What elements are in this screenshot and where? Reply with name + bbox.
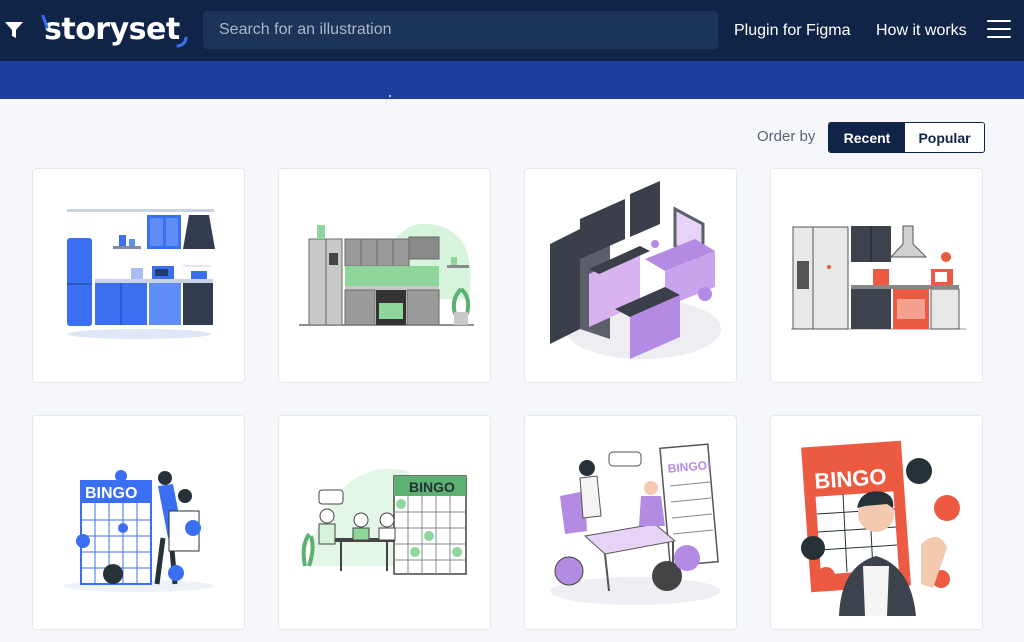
illustration-card-bingo-purple[interactable]: BINGO!	[524, 415, 737, 630]
recent-button[interactable]: Recent	[829, 123, 905, 152]
filter-icon[interactable]	[4, 20, 24, 40]
how-it-works-link[interactable]: How it works	[876, 21, 967, 41]
bingo-red-title: BINGO	[814, 464, 888, 494]
top-navigation-bar: storyset Plugin for Figma How it works	[0, 0, 1024, 61]
order-by-label: Order by	[757, 128, 816, 145]
bingo-blue-illustration: BINGO	[63, 470, 213, 592]
illustration-card-kitchen-green[interactable]	[278, 168, 491, 383]
kitchen-purple-isometric-illustration	[550, 181, 721, 359]
header-banner	[0, 61, 1024, 99]
illustration-card-bingo-red[interactable]: BINGO	[770, 415, 983, 630]
bingo-green-title: BINGO	[409, 479, 455, 495]
plugin-for-figma-link[interactable]: Plugin for Figma	[734, 21, 851, 41]
search-input[interactable]	[203, 11, 718, 49]
illustration-card-kitchen-red[interactable]	[770, 168, 983, 383]
kitchen-red-illustration	[791, 225, 966, 330]
logo-text: storyset	[44, 12, 180, 47]
hamburger-menu-icon[interactable]	[987, 20, 1011, 40]
banner-dot	[389, 95, 391, 97]
bingo-purple-illustration: BINGO!	[550, 443, 720, 605]
illustration-card-bingo-green[interactable]: BINGO	[278, 415, 491, 630]
bingo-red-illustration: BINGO	[801, 440, 960, 616]
kitchen-green-illustration	[299, 223, 474, 326]
bingo-green-illustration: BINGO	[301, 468, 467, 575]
kitchen-blue-illustration	[67, 209, 215, 339]
illustration-card-bingo-blue[interactable]: BINGO	[32, 415, 245, 630]
popular-button[interactable]: Popular	[905, 123, 984, 152]
order-toggle: Recent Popular	[828, 122, 985, 153]
bingo-blue-title: BINGO	[85, 485, 137, 502]
illustration-card-kitchen-isometric[interactable]	[524, 168, 737, 383]
illustration-card-kitchen-blue[interactable]	[32, 168, 245, 383]
storyset-logo[interactable]: storyset	[41, 10, 188, 50]
